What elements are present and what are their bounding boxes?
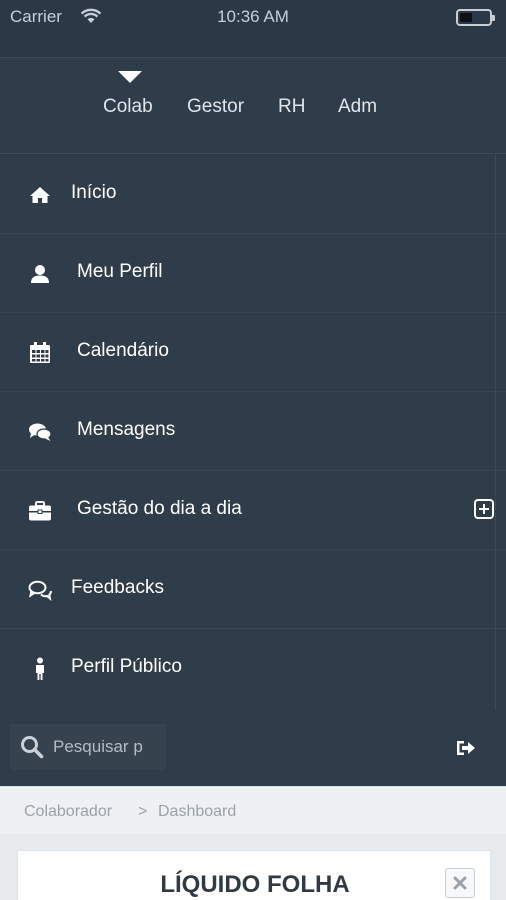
search-input[interactable] bbox=[53, 724, 163, 770]
person-icon bbox=[36, 657, 44, 680]
user-icon bbox=[31, 265, 49, 283]
logout-icon[interactable] bbox=[455, 738, 477, 758]
card-title: LÍQUIDO FOLHA bbox=[160, 871, 350, 898]
side-menu: Início Meu Perfil Calendário Mensagens G… bbox=[0, 155, 506, 708]
menu-item-feedbacks[interactable]: Feedbacks bbox=[0, 550, 506, 629]
home-icon bbox=[30, 187, 50, 203]
menu-item-mensagens[interactable]: Mensagens bbox=[0, 392, 506, 471]
feedback-icon bbox=[28, 580, 52, 602]
drawer-edge bbox=[495, 155, 496, 710]
breadcrumb: Colaborador > Dashboard bbox=[0, 786, 506, 834]
expand-plus-icon[interactable] bbox=[474, 499, 494, 519]
menu-item-perfil-publico[interactable]: Perfil Público bbox=[0, 629, 506, 708]
role-adm[interactable]: Adm bbox=[338, 96, 377, 118]
status-bar: Carrier 10:36 AM bbox=[0, 0, 506, 34]
breadcrumb-separator: > bbox=[138, 803, 148, 820]
battery-icon bbox=[456, 9, 495, 26]
search-icon bbox=[21, 736, 44, 759]
menu-item-calendario[interactable]: Calendário bbox=[0, 313, 506, 392]
briefcase-icon bbox=[29, 501, 51, 521]
breadcrumb-item-dashboard[interactable]: Dashboard bbox=[158, 803, 236, 821]
liquido-folha-card: LÍQUIDO FOLHA bbox=[17, 850, 491, 900]
dashboard-content: LÍQUIDO FOLHA bbox=[0, 834, 506, 900]
menu-item-label: Início bbox=[71, 182, 117, 203]
breadcrumb-item-colaborador[interactable]: Colaborador bbox=[24, 803, 112, 821]
role-colab[interactable]: Colab bbox=[103, 96, 153, 118]
menu-item-label: Calendário bbox=[77, 340, 169, 361]
search-bar bbox=[0, 710, 506, 786]
search-box[interactable] bbox=[10, 724, 166, 770]
role-switcher: Colab Gestor RH Adm bbox=[0, 58, 506, 154]
menu-item-label: Mensagens bbox=[77, 419, 176, 440]
menu-item-label: Meu Perfil bbox=[77, 261, 163, 282]
menu-item-inicio[interactable]: Início bbox=[0, 155, 506, 234]
role-gestor[interactable]: Gestor bbox=[187, 96, 244, 118]
close-icon bbox=[453, 876, 467, 890]
calendar-icon bbox=[30, 342, 50, 363]
selected-role-caret-icon bbox=[118, 71, 142, 83]
close-card-button[interactable] bbox=[445, 868, 475, 898]
chat-icon bbox=[29, 423, 52, 441]
menu-item-label: Perfil Público bbox=[71, 656, 182, 677]
menu-item-label: Feedbacks bbox=[71, 577, 164, 598]
role-rh[interactable]: RH bbox=[278, 96, 305, 118]
menu-item-gestao-do-dia-a-dia[interactable]: Gestão do dia a dia bbox=[0, 471, 506, 550]
menu-item-meu-perfil[interactable]: Meu Perfil bbox=[0, 234, 506, 313]
menu-item-label: Gestão do dia a dia bbox=[77, 498, 242, 519]
clock: 10:36 AM bbox=[217, 7, 289, 26]
